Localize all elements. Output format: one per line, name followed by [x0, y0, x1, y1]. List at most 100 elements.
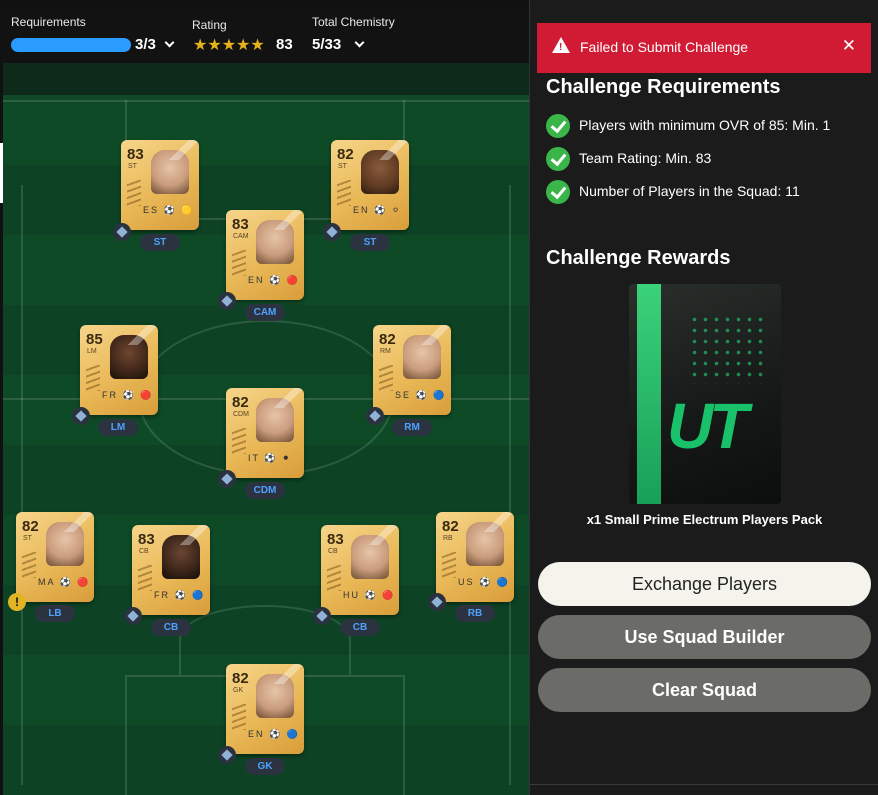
- player-position: CAM: [233, 233, 249, 240]
- chemistry-icon[interactable]: [218, 746, 236, 764]
- exchange-players-button[interactable]: Exchange Players: [538, 562, 871, 606]
- error-message: Failed to Submit Challenge: [580, 39, 749, 55]
- player-ovr: 82: [442, 518, 459, 535]
- check-icon: [546, 180, 570, 204]
- player-position: RB: [443, 535, 453, 542]
- player-position: ST: [128, 163, 137, 170]
- player-photo: [466, 522, 504, 566]
- position-pill[interactable]: ST: [350, 234, 390, 251]
- player-ovr: 85: [86, 331, 103, 348]
- challenge-panel: ! Failed to Submit Challenge ✕ Challenge…: [529, 0, 878, 795]
- card-pattern: [232, 704, 246, 730]
- position-pill[interactable]: CB: [340, 619, 380, 636]
- player-card[interactable]: 82 GK EN ⚽ 🔵: [226, 664, 304, 754]
- player-card[interactable]: 83 CAM EN ⚽ 🔴: [226, 210, 304, 300]
- card-pattern: [337, 180, 351, 206]
- player-photo: [162, 535, 200, 579]
- player-card[interactable]: 85 LM FR ⚽ 🔴: [80, 325, 158, 415]
- player-ovr: 83: [232, 216, 249, 233]
- card-pattern: [22, 552, 36, 578]
- rating-label: Rating: [192, 18, 227, 32]
- rating-value: 83: [276, 36, 293, 53]
- close-icon[interactable]: ✕: [842, 36, 856, 56]
- warning-icon[interactable]: !: [8, 593, 26, 611]
- card-pattern: [86, 365, 100, 391]
- player-photo: [151, 150, 189, 194]
- position-pill[interactable]: CAM: [245, 304, 285, 321]
- position-pill[interactable]: RB: [455, 605, 495, 622]
- touchline-right: [509, 185, 511, 785]
- chemistry-chevron-down-icon[interactable]: [354, 37, 365, 48]
- position-pill[interactable]: CDM: [245, 482, 285, 499]
- check-icon: [546, 114, 570, 138]
- player-ovr: 82: [379, 331, 396, 348]
- player-card[interactable]: 82 CDM IT ⚽ ⚫: [226, 388, 304, 478]
- player-badges: HU ⚽ 🔴: [343, 590, 396, 600]
- player-position: ST: [23, 535, 32, 542]
- player-photo: [256, 674, 294, 718]
- ut-logo: UT: [667, 390, 748, 462]
- requirement-label: Players with minimum OVR of 85: Min. 1: [579, 117, 831, 133]
- chemistry-icon[interactable]: [113, 223, 131, 241]
- warning-mark: !: [559, 42, 563, 53]
- requirements-chevron-down-icon[interactable]: [164, 37, 175, 48]
- chemistry-icon[interactable]: [428, 593, 446, 611]
- pitch-header-strip: [3, 63, 529, 95]
- card-pattern: [442, 552, 456, 578]
- player-position: CDM: [233, 411, 249, 418]
- player-position: CB: [328, 548, 338, 555]
- player-position: LM: [87, 348, 97, 355]
- chemistry-icon[interactable]: [218, 292, 236, 310]
- player-ovr: 82: [337, 146, 354, 163]
- card-pattern: [138, 565, 152, 591]
- player-badges: EN ⚽ 🔵: [248, 729, 300, 739]
- chemistry-label: Total Chemistry: [312, 15, 395, 29]
- player-position: CB: [139, 548, 149, 555]
- requirements-value: 3/3: [135, 36, 156, 53]
- requirement-label: Team Rating: Min. 83: [579, 150, 712, 166]
- use-squad-builder-button[interactable]: Use Squad Builder: [538, 615, 871, 659]
- position-pill[interactable]: RM: [392, 419, 432, 436]
- player-ovr: 83: [138, 531, 155, 548]
- chemistry-icon[interactable]: [366, 407, 384, 425]
- squad-panel: Requirements 3/3 Rating ★★★★★ 83 Total C…: [0, 0, 529, 795]
- player-photo: [256, 398, 294, 442]
- reward-pack-name: x1 Small Prime Electrum Players Pack: [586, 512, 823, 527]
- player-position: RM: [380, 348, 391, 355]
- chemistry-icon[interactable]: [72, 407, 90, 425]
- app-root: Requirements 3/3 Rating ★★★★★ 83 Total C…: [0, 0, 878, 795]
- player-badges: US ⚽ 🔵: [458, 577, 510, 587]
- error-toast: ! Failed to Submit Challenge ✕: [537, 23, 871, 73]
- player-card[interactable]: 83 ST ES ⚽ 🟡: [121, 140, 199, 230]
- divider: [530, 784, 878, 785]
- player-card[interactable]: 82 ST MA ⚽ 🔴: [16, 512, 94, 602]
- rewards-title: Challenge Rewards: [546, 247, 731, 269]
- chemistry-icon[interactable]: [124, 607, 142, 625]
- position-pill[interactable]: LB: [35, 605, 75, 622]
- clear-squad-button[interactable]: Clear Squad: [538, 668, 871, 712]
- card-pattern: [232, 250, 246, 276]
- check-icon: [546, 147, 570, 171]
- position-pill[interactable]: ST: [140, 234, 180, 251]
- player-card[interactable]: 83 CB HU ⚽ 🔴: [321, 525, 399, 615]
- chemistry-icon[interactable]: [313, 607, 331, 625]
- player-card[interactable]: 82 RM SE ⚽ 🔵: [373, 325, 451, 415]
- player-card[interactable]: 82 RB US ⚽ 🔵: [436, 512, 514, 602]
- player-ovr: 82: [232, 394, 249, 411]
- chemistry-value: 5/33: [312, 36, 342, 53]
- position-pill[interactable]: LM: [98, 419, 138, 436]
- player-badges: MA ⚽ 🔴: [38, 577, 91, 587]
- chemistry-icon[interactable]: [323, 223, 341, 241]
- player-photo: [256, 220, 294, 264]
- card-pattern: [127, 180, 141, 206]
- player-card[interactable]: 83 CB FR ⚽ 🔵: [132, 525, 210, 615]
- requirement-label: Number of Players in the Squad: 11: [579, 183, 800, 199]
- player-badges: EN ⚽ 🔴: [248, 275, 300, 285]
- pack-pattern: [689, 314, 769, 384]
- player-badges: FR ⚽ 🔴: [102, 390, 154, 400]
- player-card[interactable]: 82 ST EN ⚽ ⚪: [331, 140, 409, 230]
- player-badges: FR ⚽ 🔵: [154, 590, 206, 600]
- chemistry-icon[interactable]: [218, 470, 236, 488]
- position-pill[interactable]: GK: [245, 758, 285, 775]
- position-pill[interactable]: CB: [151, 619, 191, 636]
